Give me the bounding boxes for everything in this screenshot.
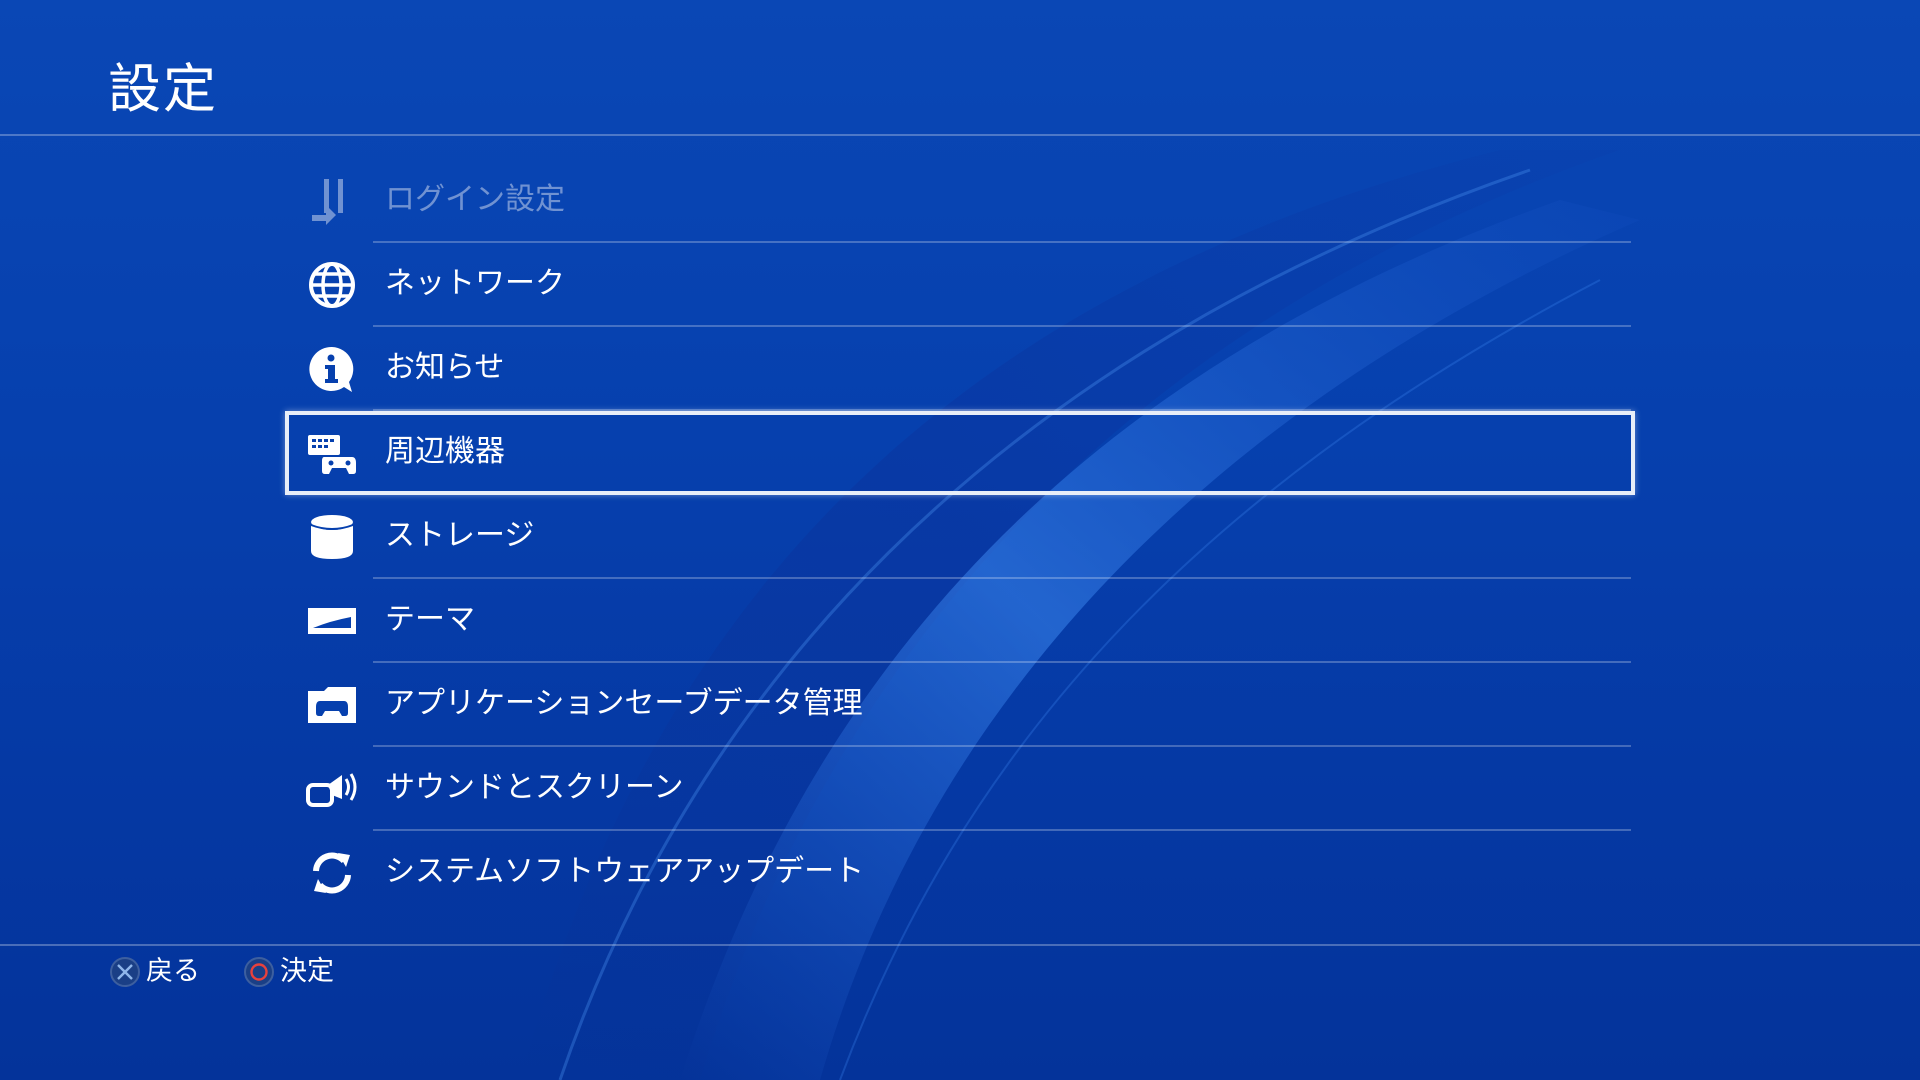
header-divider <box>0 134 1920 136</box>
menu-item-saved-data[interactable]: アプリケーションセーブデータ管理 <box>285 663 1635 747</box>
menu-item-theme[interactable]: テーマ <box>285 579 1635 663</box>
menu-item-label: ネットワーク <box>385 266 565 301</box>
devices-icon <box>305 427 359 479</box>
menu-item-notifications[interactable]: お知らせ <box>285 327 1635 411</box>
menu-item-sound-and-screen[interactable]: サウンドとスクリーン <box>285 747 1635 831</box>
confirm-hint-label: 決定 <box>280 956 334 987</box>
back-hint-label: 戻る <box>146 956 200 987</box>
menu-item-label: お知らせ <box>385 350 505 385</box>
footer-divider <box>0 944 1920 946</box>
update-icon <box>305 847 359 899</box>
menu-item-devices[interactable]: 周辺機器 <box>285 411 1635 495</box>
menu-item-label: 周辺機器 <box>385 434 505 469</box>
circle-button-icon <box>244 957 274 987</box>
theme-icon <box>305 595 359 647</box>
cross-button-icon <box>110 957 140 987</box>
storage-icon <box>305 511 359 563</box>
menu-item-login-settings[interactable]: ログイン設定 <box>285 159 1635 243</box>
menu-item-storage[interactable]: ストレージ <box>285 495 1635 579</box>
login-icon <box>305 175 359 227</box>
back-hint[interactable]: 戻る <box>110 954 200 990</box>
button-hints: 戻る 決定 <box>110 952 378 992</box>
sound-screen-icon <box>305 763 359 815</box>
menu-item-label: サウンドとスクリーン <box>385 770 684 805</box>
menu-item-label: ログイン設定 <box>385 182 565 217</box>
menu-item-network[interactable]: ネットワーク <box>285 243 1635 327</box>
info-icon <box>305 343 359 395</box>
savedata-folder-icon <box>305 679 359 731</box>
menu-item-label: テーマ <box>385 602 475 637</box>
confirm-hint[interactable]: 決定 <box>244 954 334 990</box>
menu-item-label: ストレージ <box>385 518 535 553</box>
menu-item-system-update[interactable]: システムソフトウェアアップデート <box>285 831 1635 915</box>
menu-item-label: システムソフトウェアアップデート <box>385 854 865 889</box>
globe-icon <box>305 259 359 311</box>
settings-menu: ログイン設定 ネットワーク お知らせ 周辺機器 ストレージ テーマ アプリケーシ… <box>285 159 1635 915</box>
menu-item-label: アプリケーションセーブデータ管理 <box>385 686 863 721</box>
page-title: 設定 <box>108 59 218 120</box>
